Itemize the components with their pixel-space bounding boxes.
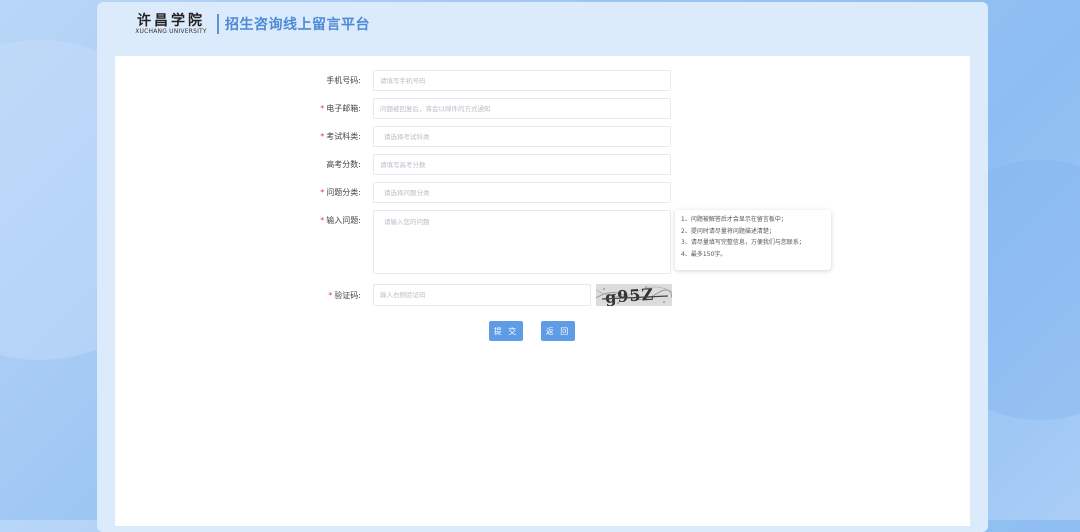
required-mark: * — [328, 291, 333, 300]
tip-item: 1、问题被解答后才会显示在留言板中； — [681, 216, 787, 223]
category-label: * 问题分类: — [320, 188, 361, 197]
page-frame: 许昌学院 XUCHANG UNIVERSITY 招生咨询线上留言平台 手机号码:… — [97, 2, 988, 532]
required-mark: * — [320, 188, 325, 197]
required-mark: * — [320, 216, 325, 225]
header: 许昌学院 XUCHANG UNIVERSITY 招生咨询线上留言平台 — [97, 2, 988, 54]
page-title: 招生咨询线上留言平台 — [225, 17, 370, 33]
phone-label: 手机号码: — [326, 76, 361, 85]
back-button[interactable]: 返 回 — [541, 321, 575, 341]
captcha-text: g95Z — [604, 285, 654, 306]
category-select[interactable] — [373, 182, 671, 203]
email-input[interactable] — [373, 98, 671, 119]
logo-chinese-name: 许昌学院 — [137, 13, 205, 29]
captcha-image[interactable]: g95Z — [596, 284, 672, 306]
question-label: * 输入问题: — [320, 216, 361, 225]
logo-english-name: XUCHANG UNIVERSITY — [135, 28, 207, 35]
tip-item: 4、最多150字。 — [681, 250, 727, 258]
phone-input[interactable] — [373, 70, 671, 91]
email-label: * 电子邮箱: — [320, 104, 361, 113]
captcha-label: * 验证码: — [328, 291, 361, 300]
score-input[interactable] — [373, 154, 671, 175]
question-textarea[interactable] — [373, 210, 671, 274]
tips-popover: 1、问题被解答后才会显示在留言板中； 2、提问时请尽量将问题描述清楚； 3、请尽… — [675, 210, 831, 270]
tip-item: 3、请尽量填写完整信息，方便我们与您联系； — [681, 239, 805, 246]
score-label: 高考分数: — [326, 160, 361, 169]
submit-button[interactable]: 提 交 — [489, 321, 523, 341]
required-mark: * — [320, 132, 325, 141]
exam-subject-select[interactable] — [373, 126, 671, 147]
captcha-graphic: g95Z — [596, 284, 672, 306]
tip-item: 2、提问时请尽量将问题描述清楚； — [681, 227, 775, 235]
captcha-input[interactable] — [373, 284, 591, 306]
header-divider — [217, 14, 219, 34]
required-mark: * — [320, 104, 325, 113]
university-logo: 许昌学院 XUCHANG UNIVERSITY — [131, 10, 211, 44]
exam-subject-label: * 考试科类: — [320, 132, 361, 141]
form-card: 手机号码: *电子邮箱: *考试科类: 高考分数: *问题分类: *输入问题: — [115, 56, 970, 526]
